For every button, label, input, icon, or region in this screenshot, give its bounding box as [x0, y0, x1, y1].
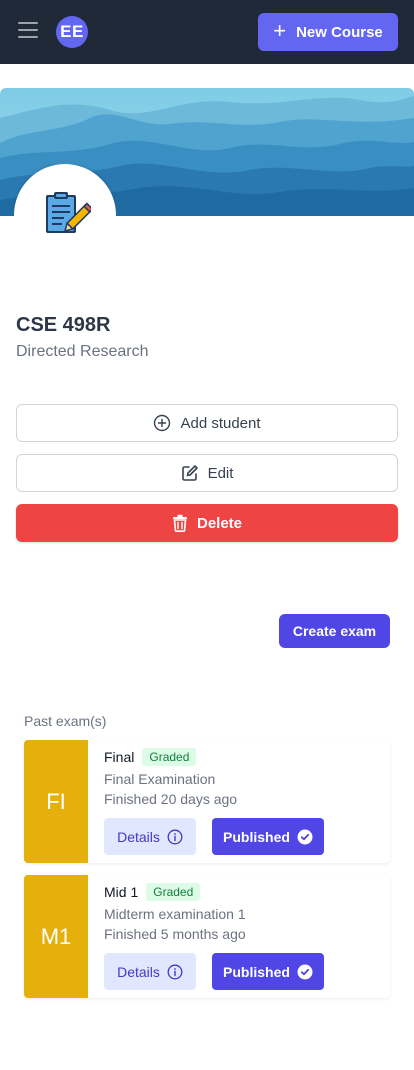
edit-icon [181, 465, 198, 481]
edit-label: Edit [207, 464, 234, 482]
trash-icon [172, 514, 187, 532]
exam-finished-time: Finished 5 months ago [104, 926, 246, 942]
delete-label: Delete [196, 514, 243, 532]
published-label: Published [223, 828, 290, 845]
user-avatar[interactable]: EE [56, 16, 88, 48]
document-edit-icon [46, 192, 91, 233]
exam-title: Mid 1 [104, 884, 139, 900]
exam-card: M1 Mid 1 Graded Midterm examination 1 Fi… [24, 875, 390, 998]
plus-icon: + [273, 18, 287, 43]
top-navbar: EE + New Course [0, 0, 414, 64]
new-course-label: New Course [296, 23, 383, 41]
status-badge: Graded [146, 883, 201, 901]
course-code: CSE 498R [16, 314, 111, 336]
info-icon [167, 829, 183, 844]
past-exams-heading: Past exam(s) [24, 713, 107, 729]
course-name: Directed Research [16, 343, 149, 360]
info-icon [167, 964, 183, 979]
exam-initials-tile: FI [24, 740, 88, 863]
published-label: Published [223, 963, 290, 980]
exam-description: Midterm examination 1 [104, 906, 246, 922]
published-button[interactable]: Published [212, 953, 324, 990]
exam-initials-tile: M1 [24, 875, 88, 998]
exam-description: Final Examination [104, 771, 216, 787]
exam-title-row: Final Graded [104, 748, 197, 766]
add-student-button[interactable]: Add student [16, 404, 398, 442]
details-button[interactable]: Details [104, 818, 196, 855]
details-button[interactable]: Details [104, 953, 196, 990]
exam-finished-time: Finished 20 days ago [104, 791, 238, 807]
details-label: Details [117, 963, 160, 980]
exam-card: FI Final Graded Final Examination Finish… [24, 740, 390, 863]
course-icon-container [14, 164, 116, 266]
check-circle-icon [297, 964, 313, 979]
hamburger-icon[interactable] [18, 22, 38, 42]
check-circle-icon [297, 829, 313, 844]
status-badge: Graded [142, 748, 197, 766]
details-label: Details [117, 828, 160, 845]
create-exam-button[interactable]: Create exam [279, 614, 390, 648]
edit-button[interactable]: Edit [16, 454, 398, 492]
published-button[interactable]: Published [212, 818, 324, 855]
add-student-label: Add student [180, 414, 261, 432]
plus-circle-icon [154, 414, 171, 432]
new-course-button[interactable]: + New Course [258, 13, 398, 51]
exam-title: Final [104, 749, 135, 765]
delete-button[interactable]: Delete [16, 504, 398, 542]
exam-title-row: Mid 1 Graded [104, 883, 201, 901]
